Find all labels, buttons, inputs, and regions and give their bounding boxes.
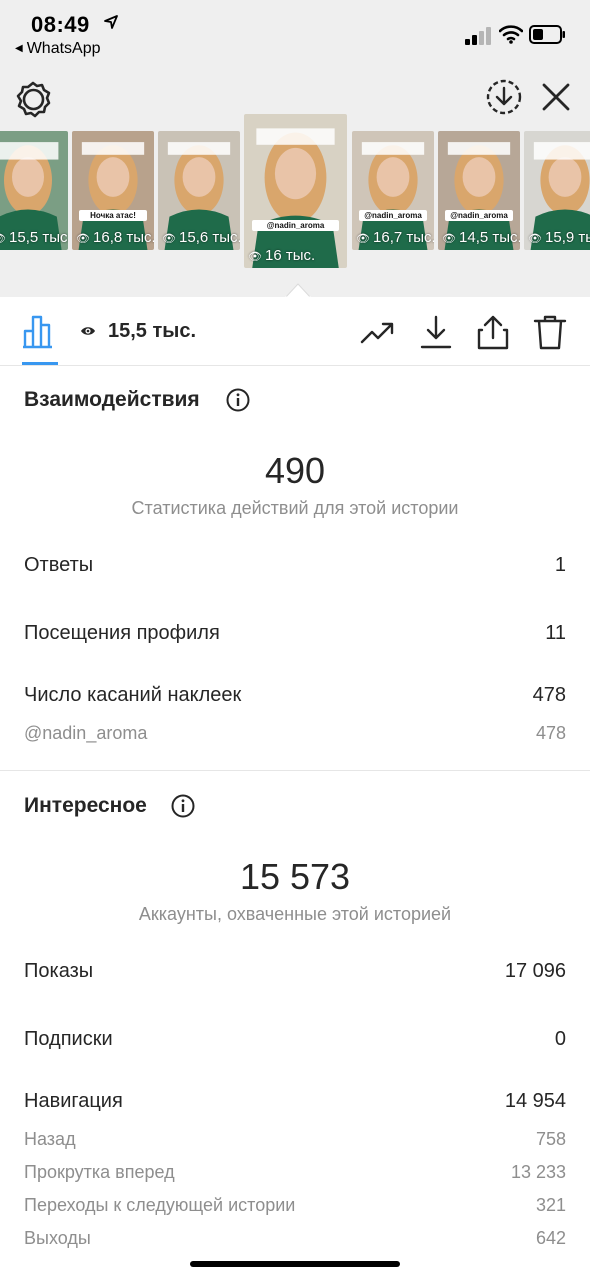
story-views-count: 15,6 тыс.	[179, 229, 240, 246]
story-views: 👁 15,6 тыс.	[162, 229, 240, 246]
discovery-title: Интересное	[24, 794, 147, 817]
story-views: 👁 15,9 тыс.	[528, 229, 590, 246]
story-views-count: 15,9 тыс.	[545, 229, 590, 246]
story-thumbnail[interactable]: @nadin_aroma 👁 16,7 тыс.	[352, 131, 434, 250]
story-thumbnail[interactable]: 👁 15,6 тыс.	[158, 131, 240, 250]
story-views-count: 16,8 тыс.	[93, 229, 154, 246]
story-views-count: 16 тыс.	[265, 247, 316, 264]
story-caption: @nadin_aroma	[252, 220, 339, 232]
metric-label: Навигация	[24, 1090, 123, 1112]
story-thumbnail[interactable]: 👁 15,5 тыс.	[0, 131, 68, 250]
sub-metric-label: Выходы	[24, 1228, 91, 1248]
metric-value: 14 954	[504, 1090, 566, 1112]
metric-label: Число касаний наклеек	[24, 684, 242, 706]
back-to-app-link[interactable]: ◀ WhatsApp	[15, 40, 101, 58]
signal-icon	[465, 27, 491, 45]
info-icon[interactable]	[226, 388, 250, 412]
trend-icon[interactable]	[360, 314, 396, 350]
section-divider	[0, 770, 590, 771]
metric-value: 0	[554, 1028, 566, 1050]
metric-value: 11	[545, 622, 566, 644]
story-thumbnail[interactable]: 👁 15,9 тыс.	[524, 131, 590, 250]
story-caption: @nadin_aroma	[358, 210, 428, 222]
interactions-total: 490	[264, 450, 326, 491]
story-thumbnail[interactable]: @nadin_aroma 👁 16 тыс.	[244, 114, 347, 268]
metric-label: Ответы	[24, 554, 94, 576]
download-circle-icon[interactable]	[485, 78, 523, 116]
trash-icon[interactable]	[532, 314, 568, 350]
story-thumbnail[interactable]: @nadin_aroma 👁 14,5 тыс.	[438, 131, 520, 250]
eye-icon: 👁	[442, 233, 460, 245]
home-indicator	[190, 1261, 400, 1267]
wifi-icon	[499, 25, 523, 44]
eye-icon: 👁	[162, 233, 180, 245]
sub-metric-label: Прокрутка вперед	[24, 1162, 175, 1182]
eye-icon: 👁	[528, 233, 546, 245]
eye-icon: 👁	[0, 233, 9, 245]
sub-metric-value: 13 233	[510, 1162, 566, 1182]
story-caption: Ночка атас!	[78, 210, 148, 222]
selected-pointer	[285, 283, 311, 298]
metric-label: Посещения профиля	[24, 622, 220, 644]
sub-metric-value: 478	[535, 723, 566, 743]
share-icon[interactable]	[475, 314, 511, 350]
story-views-count: 16,7 тыс.	[373, 229, 434, 246]
eye-icon: 👁	[76, 233, 94, 245]
story-views: 👁 16,8 тыс.	[76, 229, 154, 246]
info-icon[interactable]	[171, 794, 195, 818]
download-icon[interactable]	[418, 314, 454, 350]
discovery-subtitle: Аккаунты, охваченные этой историей	[138, 904, 452, 924]
metric-value: 1	[554, 554, 566, 576]
metric-value: 17 096	[504, 960, 566, 982]
bar-chart-icon[interactable]	[22, 313, 58, 349]
views-count: 15,5 тыс.	[108, 320, 197, 342]
location-arrow-icon	[104, 15, 118, 29]
story-views-count: 15,5 тыс.	[9, 229, 68, 246]
metric-value: 478	[532, 684, 566, 706]
story-photo	[252, 128, 339, 268]
gear-icon[interactable]	[14, 80, 52, 118]
story-views: 👁 16,7 тыс.	[356, 229, 434, 246]
sub-metric-label: Переходы к следующей истории	[24, 1195, 296, 1215]
interactions-subtitle: Статистика действий для этой истории	[131, 498, 459, 518]
sub-metric-value: 321	[535, 1195, 566, 1215]
sub-metric-label: @nadin_aroma	[24, 723, 148, 743]
eye-icon	[81, 327, 95, 335]
story-views-count: 14,5 тыс.	[459, 229, 520, 246]
story-views: 👁 16 тыс.	[248, 247, 315, 264]
active-tab-indicator	[22, 362, 58, 365]
story-views: 👁 14,5 тыс.	[442, 229, 520, 246]
sub-metric-value: 758	[535, 1129, 566, 1149]
battery-icon	[529, 25, 565, 44]
story-views: 👁 15,5 тыс.	[0, 229, 68, 246]
status-time: 08:49	[31, 12, 90, 37]
story-caption: @nadin_aroma	[444, 210, 514, 222]
eye-icon: 👁	[356, 233, 374, 245]
eye-icon: 👁	[248, 251, 266, 263]
back-app-label: WhatsApp	[26, 40, 101, 57]
close-icon[interactable]	[541, 82, 571, 112]
metric-label: Подписки	[24, 1028, 113, 1050]
metric-label: Показы	[24, 960, 94, 982]
story-thumbnail[interactable]: Ночка атас! 👁 16,8 тыс.	[72, 131, 154, 250]
discovery-total: 15 573	[239, 856, 351, 897]
sub-metric-value: 642	[535, 1228, 566, 1248]
interactions-title: Взаимодействия	[24, 388, 200, 411]
sub-metric-label: Назад	[24, 1129, 76, 1149]
